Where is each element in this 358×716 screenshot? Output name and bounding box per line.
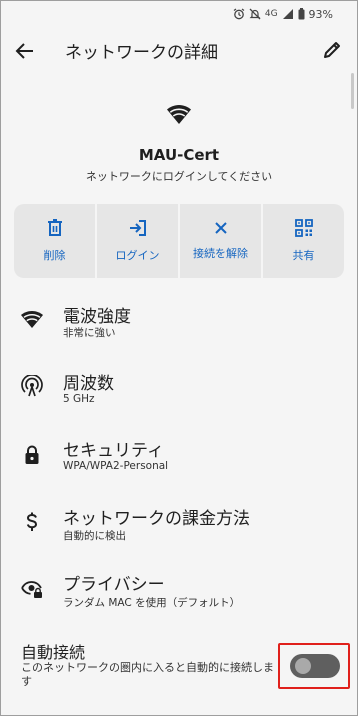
page-title: ネットワークの詳細	[65, 43, 218, 63]
detail-row-signal-strength[interactable]: 電波強度 非常に強い	[1, 298, 357, 356]
detail-title: 電波強度	[63, 307, 131, 327]
detail-value: WPA/WPA2-Personal	[63, 460, 169, 472]
dollar-icon	[26, 512, 38, 531]
auto-connect-description: このネットワークの圏内に入ると自動的に接続します	[21, 661, 274, 688]
alarm-icon	[233, 8, 245, 20]
screen: 4G 93% ネットワークの詳細 MAU-Cert ネットワークにログインしてく…	[0, 0, 358, 716]
app-bar: ネットワークの詳細	[1, 27, 357, 73]
wifi-icon	[21, 311, 43, 328]
edit-button[interactable]	[321, 39, 343, 61]
delete-label: 削除	[43, 249, 66, 262]
share-label: 共有	[292, 249, 315, 262]
detail-value: 自動的に検出	[63, 530, 126, 542]
detail-title: セキュリティ	[63, 441, 164, 461]
battery-level: 93%	[308, 7, 333, 21]
network-name: MAU-Cert	[138, 146, 220, 164]
arrow-back-icon	[15, 43, 33, 59]
detail-value: 5 GHz	[63, 393, 95, 405]
antenna-icon	[21, 375, 43, 397]
status-bar: 4G 93%	[1, 1, 357, 27]
auto-connect-title: 自動接続	[21, 643, 86, 662]
detail-title: プライバシー	[63, 575, 165, 595]
detail-row-privacy[interactable]: プライバシー ランダム MAC を使用（デフォルト）	[1, 568, 357, 626]
auto-connect-toggle[interactable]	[290, 654, 340, 678]
back-button[interactable]	[13, 39, 37, 63]
action-bar: 削除 ログイン 接続を解除 共有	[14, 204, 344, 278]
detail-value: 非常に強い	[63, 327, 116, 339]
signal-icon	[282, 8, 294, 20]
eye-lock-icon	[21, 581, 42, 598]
close-icon	[214, 222, 227, 234]
disconnect-label: 接続を解除	[193, 247, 248, 260]
delete-button[interactable]: 削除	[14, 204, 95, 278]
scrollbar[interactable]	[351, 73, 354, 109]
share-button[interactable]: 共有	[263, 204, 344, 278]
detail-row-security[interactable]: セキュリティ WPA/WPA2-Personal	[1, 433, 357, 491]
detail-title: ネットワークの課金方法	[63, 509, 250, 529]
network-type-label: 4G	[264, 9, 278, 19]
auto-connect-setting[interactable]: 自動接続 このネットワークの圏内に入ると自動的に接続します	[1, 631, 357, 701]
pencil-icon	[324, 42, 340, 58]
trash-icon	[47, 219, 62, 236]
login-button[interactable]: ログイン	[97, 204, 178, 278]
qr-code-icon	[294, 219, 313, 237]
login-label: ログイン	[115, 249, 160, 262]
detail-row-frequency[interactable]: 周波数 5 GHz	[1, 366, 357, 424]
mute-icon	[249, 8, 261, 20]
login-icon	[129, 220, 146, 236]
lock-icon	[25, 445, 39, 464]
detail-title: 周波数	[63, 374, 114, 394]
detail-value: ランダム MAC を使用（デフォルト）	[63, 597, 241, 609]
network-status: ネットワークにログインしてください	[85, 170, 273, 183]
battery-icon	[298, 8, 305, 20]
detail-row-metered[interactable]: ネットワークの課金方法 自動的に検出	[1, 501, 357, 559]
disconnect-button[interactable]: 接続を解除	[180, 204, 261, 278]
wifi-icon	[167, 105, 191, 124]
toggle-knob	[295, 658, 311, 674]
